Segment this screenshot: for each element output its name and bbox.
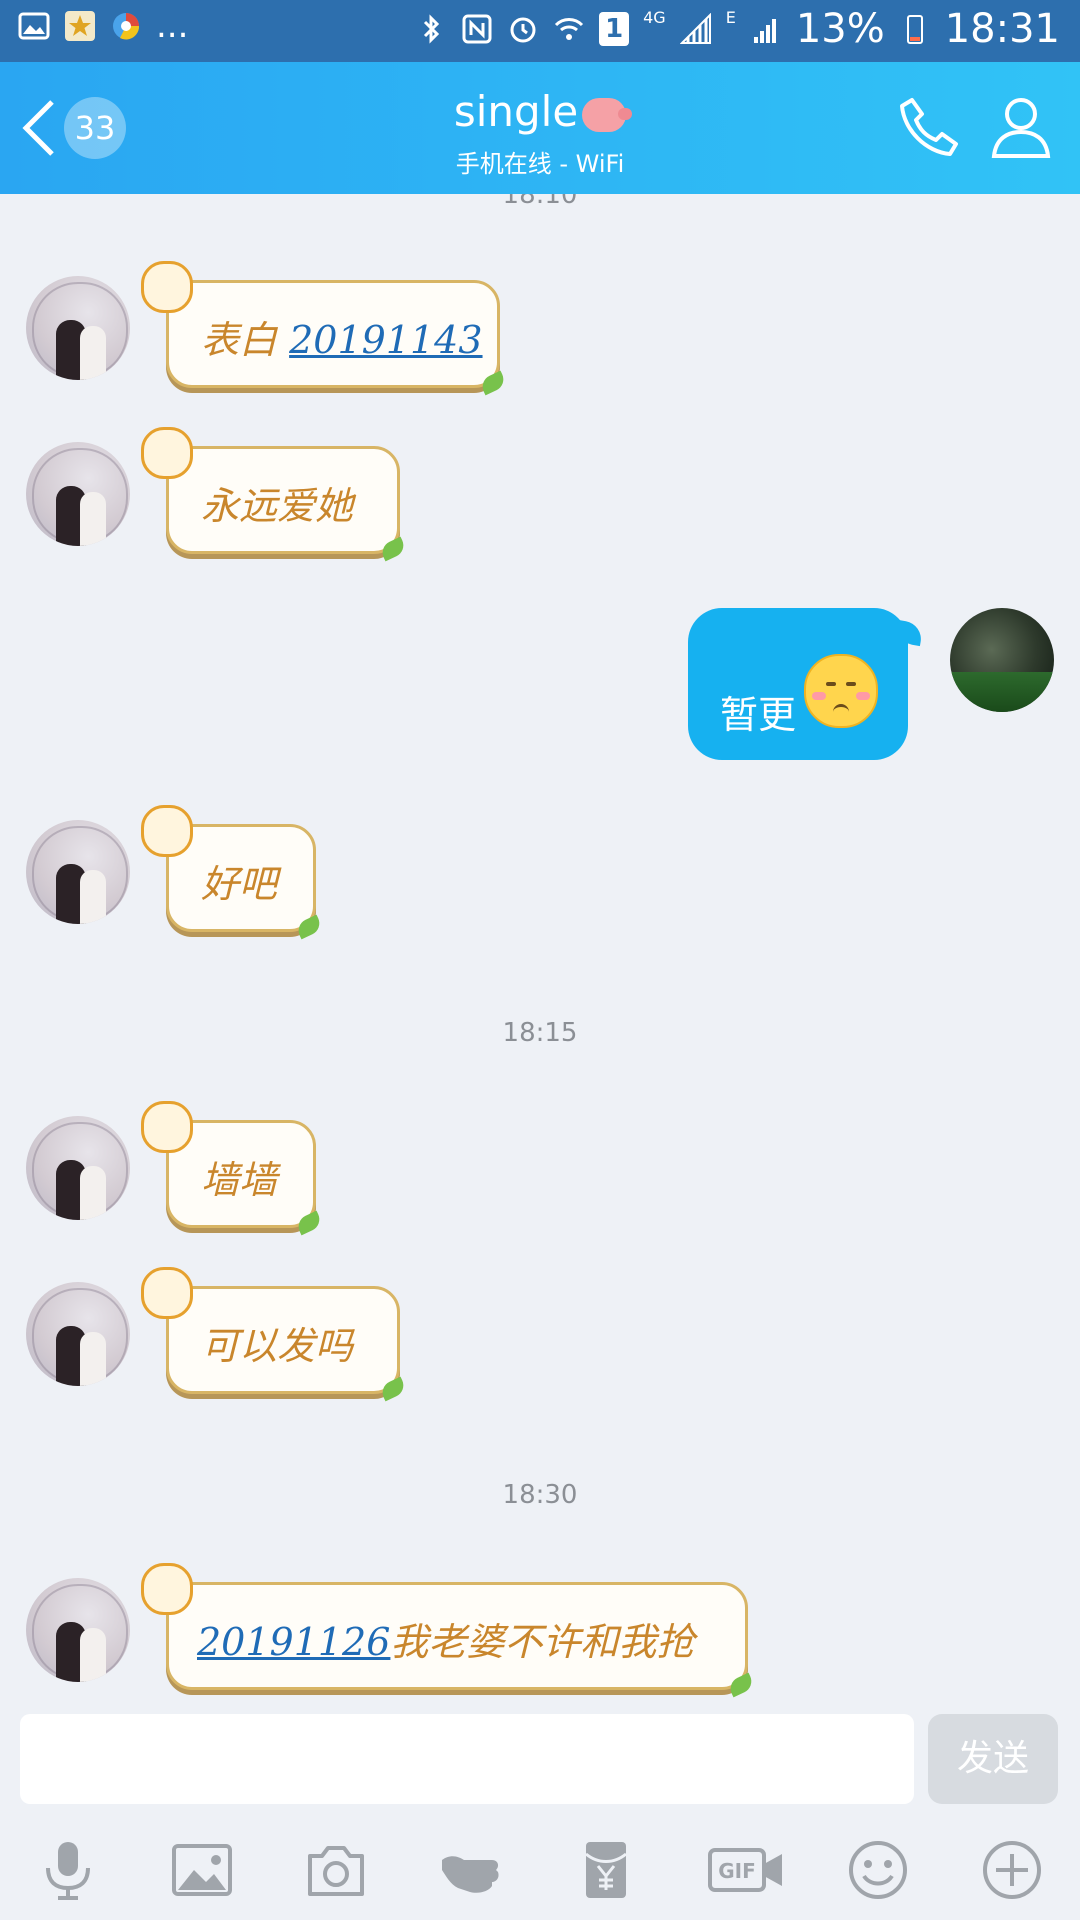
message-bubble[interactable]: 墙墙	[141, 1101, 324, 1236]
message-text: 可以发吗	[201, 1324, 354, 1368]
message-text: 表白	[201, 318, 278, 362]
wifi-icon	[555, 18, 584, 40]
message-bubble[interactable]: 表白 20191143	[141, 261, 508, 396]
sun-decoration-icon	[141, 1267, 193, 1319]
message-bubble[interactable]: 永远爱她	[141, 427, 408, 562]
chat-messages[interactable]: 18:10 表白 20191143 永远爱她 暂更 好吧 18:15 墙墙 可以…	[0, 194, 1080, 1704]
mic-icon[interactable]	[34, 1836, 102, 1904]
svg-text:GIF: GIF	[718, 1859, 756, 1883]
message-text: 墙墙	[201, 1158, 278, 1202]
leaf-decoration-icon	[294, 914, 324, 940]
nfc-icon	[462, 14, 492, 44]
red-packet-icon[interactable]	[572, 1836, 640, 1904]
message-text: 好吧	[201, 862, 278, 906]
star-app-icon	[65, 11, 95, 41]
signal-icon-2	[753, 19, 776, 43]
profile-icon[interactable]	[986, 92, 1056, 162]
leaf-decoration-icon	[726, 1672, 756, 1698]
timestamp: 18:10	[502, 194, 578, 210]
gallery-icon	[18, 12, 50, 40]
emoji-icon[interactable]	[844, 1836, 912, 1904]
message-bubble[interactable]: 好吧	[141, 805, 324, 940]
contact-avatar[interactable]	[26, 276, 130, 380]
gif-icon[interactable]: GIF	[706, 1836, 786, 1904]
contact-avatar[interactable]	[26, 820, 130, 924]
composer: 发送	[0, 1704, 1080, 1818]
sun-decoration-icon	[141, 261, 193, 313]
battery-percent: 13%	[795, 6, 885, 52]
leaf-decoration-icon	[378, 536, 408, 562]
sun-decoration-icon	[141, 427, 193, 479]
image-icon[interactable]	[168, 1836, 236, 1904]
chat-title-text: single	[453, 87, 579, 136]
message-link[interactable]: 20191126	[197, 1620, 390, 1664]
my-avatar[interactable]	[950, 608, 1054, 712]
message-text: 永远爱她	[201, 484, 354, 528]
send-button[interactable]: 发送	[928, 1714, 1058, 1804]
leaf-decoration-icon	[378, 1376, 408, 1402]
battery-icon	[906, 15, 923, 44]
sim-slot-badge: 1	[599, 12, 630, 46]
sun-decoration-icon	[141, 1563, 193, 1615]
bubble-tail	[894, 619, 924, 647]
contact-avatar[interactable]	[26, 442, 130, 546]
input-toolbar: GIF	[0, 1818, 1080, 1920]
leaf-decoration-icon	[478, 370, 508, 396]
alarm-icon	[510, 17, 536, 43]
message-input[interactable]	[20, 1714, 914, 1804]
my-message-bubble[interactable]: 暂更	[688, 608, 924, 760]
camera-icon[interactable]	[302, 1836, 370, 1904]
plus-icon[interactable]	[978, 1836, 1046, 1904]
network-e-label: E	[725, 7, 736, 27]
message-bubble[interactable]: 可以发吗	[141, 1267, 408, 1402]
message-text: 暂更	[720, 693, 797, 737]
status-bar: ... 1 4G E 13% 18:31	[0, 0, 1080, 62]
message-link[interactable]: 20191143	[289, 318, 482, 362]
chat-header: 33 single 手机在线 - WiFi	[0, 62, 1080, 194]
browser-icon	[113, 13, 140, 40]
pleading-face-emoji-icon	[804, 654, 878, 728]
network-4g-label: 4G	[643, 7, 666, 27]
contact-avatar[interactable]	[26, 1282, 130, 1386]
message-text: 我老婆不许和我抢	[390, 1620, 695, 1664]
poke-icon[interactable]	[436, 1836, 504, 1904]
clock: 18:31	[944, 6, 1060, 52]
pig-emoji-icon	[582, 97, 633, 132]
phone-call-icon[interactable]	[894, 92, 964, 162]
bluetooth-icon	[424, 14, 440, 44]
sun-decoration-icon	[141, 805, 193, 857]
contact-avatar[interactable]	[26, 1116, 130, 1220]
notification-overflow: ...	[156, 6, 189, 46]
sun-decoration-icon	[141, 1101, 193, 1153]
message-bubble[interactable]: 20191126我老婆不许和我抢	[141, 1563, 756, 1698]
timestamp: 18:15	[502, 1018, 578, 1048]
signal-icon	[679, 13, 711, 44]
contact-avatar[interactable]	[26, 1578, 130, 1682]
timestamp: 18:30	[502, 1480, 578, 1510]
leaf-decoration-icon	[294, 1210, 324, 1236]
